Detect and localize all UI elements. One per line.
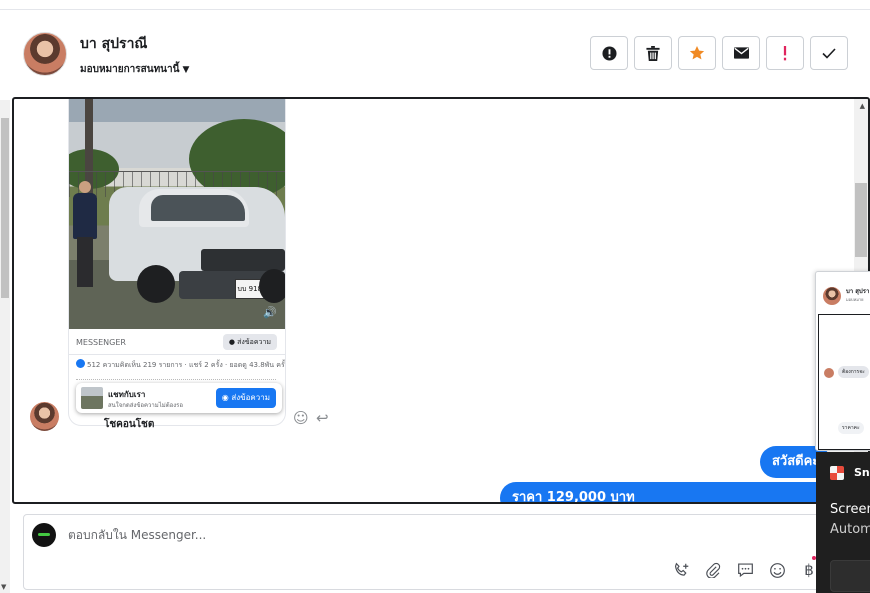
card-brand-bar: MESSENGER ● ส่งข้อความ xyxy=(69,329,285,355)
person-shape xyxy=(73,181,97,291)
trash-icon xyxy=(646,45,660,61)
exclamation-icon xyxy=(783,45,787,60)
snip-message-line-1: Screen xyxy=(830,502,870,517)
info-button[interactable] xyxy=(590,36,628,70)
header-actions xyxy=(590,36,848,70)
chat-with-us-popup[interactable]: แชทกับเรา สนใจกดส่งข้อความไม่ต้องรอ ◉ ส่… xyxy=(76,383,282,413)
truck-grill-shape xyxy=(201,249,285,271)
scroll-up-icon[interactable]: ▲ xyxy=(860,102,865,110)
post-video-thumbnail[interactable]: บบ 9182 🔊 xyxy=(69,99,285,329)
mini-received-bubble: ราคาคะ xyxy=(838,422,864,434)
like-icon xyxy=(76,359,85,368)
assign-conversation-dropdown[interactable]: มอบหมายการสนทนานี้ ▼ xyxy=(80,62,189,77)
reply-arrow-icon[interactable]: ↩ xyxy=(316,409,329,427)
paperclip-icon xyxy=(706,562,721,578)
phone-plus-icon xyxy=(674,562,688,576)
delete-button[interactable] xyxy=(634,36,672,70)
caret-down-icon: ▼ xyxy=(182,65,190,75)
card-brand: MESSENGER xyxy=(76,338,126,347)
mini-contact-avatar xyxy=(823,287,841,305)
done-button[interactable] xyxy=(810,36,848,70)
reply-input[interactable] xyxy=(68,528,768,542)
envelope-icon xyxy=(733,47,749,59)
mini-received-bubble: ต้องการจะ xyxy=(838,366,869,378)
mini-contact-name: บา สุปรา xyxy=(846,288,870,295)
composer-tools: ฿ xyxy=(670,559,820,581)
star-button[interactable] xyxy=(678,36,716,70)
saved-reply-icon[interactable] xyxy=(734,559,756,581)
card-stats: 512 ความคิดเห็น 219 รายการ · แชร์ 2 ครั้… xyxy=(76,359,285,371)
scroll-down-icon[interactable]: ▼ xyxy=(1,583,6,591)
call-icon[interactable] xyxy=(670,559,692,581)
emoji-icon[interactable] xyxy=(766,559,788,581)
smiley-icon xyxy=(769,562,785,578)
popup-send-message-button[interactable]: ◉ ส่งข้อความ xyxy=(215,388,276,408)
sender-avatar[interactable] xyxy=(30,402,59,431)
snip-action-button[interactable] xyxy=(830,560,870,592)
attach-icon[interactable] xyxy=(702,559,724,581)
conversation-thread: ▲ บบ 9182 🔊 MESSENGER ● ส่งข้อความ 512 ค… xyxy=(12,97,870,504)
wheel-shape xyxy=(137,265,175,303)
messenger-icon: ◉ xyxy=(221,393,229,402)
contact-name[interactable]: บา สุปราณี xyxy=(80,33,147,55)
card-send-label: ส่งข้อความ xyxy=(237,338,271,346)
reply-composer: ฿ xyxy=(23,514,833,590)
mini-chat-window[interactable]: บา สุปรา มอบหมาย ต้องการจะ ราคาคะ xyxy=(815,271,870,451)
contact-avatar[interactable] xyxy=(23,32,67,76)
popup-subtitle: สนใจกดส่งข้อความไม่ต้องรอ xyxy=(108,402,183,409)
truck-window-shape xyxy=(151,195,245,221)
assign-label: มอบหมายการสนทนานี้ xyxy=(80,64,180,75)
messenger-icon: ● xyxy=(228,338,235,346)
mini-sender-avatar xyxy=(824,368,834,378)
card-send-message-button[interactable]: ● ส่งข้อความ xyxy=(222,334,277,350)
notification-dot xyxy=(812,556,816,560)
page-scrollbar-thumb[interactable] xyxy=(1,118,9,298)
conversation-header: บา สุปราณี มอบหมายการสนทนานี้ ▼ xyxy=(0,10,870,97)
sound-icon[interactable]: 🔊 xyxy=(263,306,277,319)
card-likes: 512 xyxy=(87,361,101,369)
speech-bubble-icon xyxy=(737,563,753,578)
page-avatar xyxy=(32,523,56,547)
snip-message-line-2: Autom xyxy=(830,522,870,537)
thread-scrollbar-thumb[interactable] xyxy=(855,183,867,257)
popup-button-label: ส่งข้อความ xyxy=(231,393,270,402)
person-legs xyxy=(77,237,93,287)
popup-thumbnail xyxy=(81,387,103,409)
card-stats-text: ความคิดเห็น 219 รายการ · แชร์ 2 ครั้ง · … xyxy=(102,361,285,369)
check-icon xyxy=(822,47,836,59)
mini-assign-label: มอบหมาย xyxy=(846,297,864,302)
snipping-tool-icon xyxy=(830,466,844,480)
star-icon xyxy=(689,46,705,60)
card-title: โชคอนโชต xyxy=(104,419,155,430)
spam-button[interactable] xyxy=(766,36,804,70)
snip-app-title: Sni xyxy=(854,466,870,479)
sent-message-bubble[interactable]: ราคา 129,000 บาท xyxy=(500,482,860,502)
snipping-tool-notification[interactable]: Sni Screen Autom xyxy=(816,452,870,593)
smiley-react-icon[interactable]: ☺ xyxy=(293,409,309,427)
person-torso xyxy=(73,193,97,239)
exclamation-circle-icon xyxy=(601,45,617,61)
page-scrollbar[interactable]: ▼ xyxy=(0,100,10,593)
shared-post-card[interactable]: บบ 9182 🔊 MESSENGER ● ส่งข้อความ 512 ควา… xyxy=(69,99,285,425)
inbox-page: บา สุปราณี มอบหมายการสนทนานี้ ▼ ▼ ▲ บบ 9… xyxy=(0,0,870,593)
mark-unread-button[interactable] xyxy=(722,36,760,70)
person-head xyxy=(79,181,91,193)
wheel-shape xyxy=(259,269,285,303)
